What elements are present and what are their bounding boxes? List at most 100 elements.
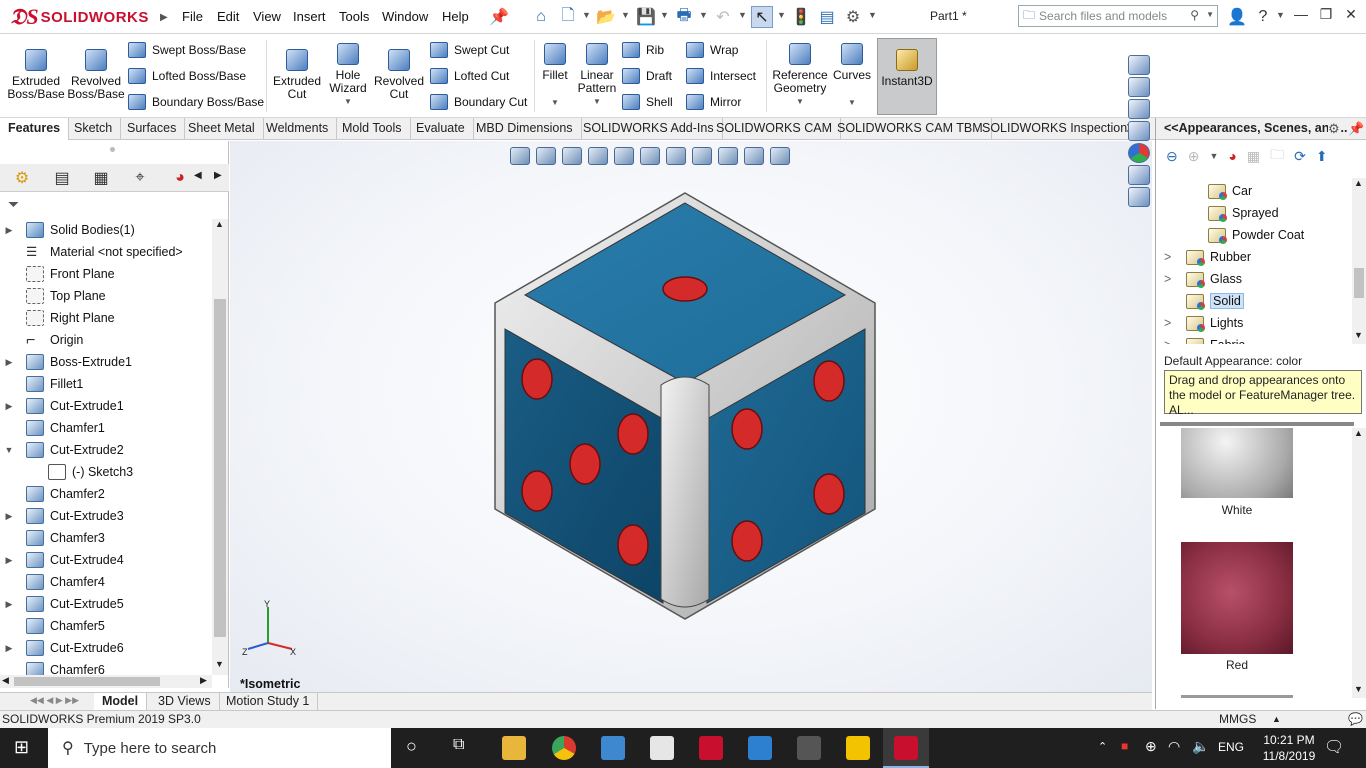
linear-pattern-button[interactable]: Linear Pattern ▼ bbox=[574, 43, 620, 108]
hide-show-items-icon[interactable] bbox=[692, 147, 712, 165]
view-orientation-icon[interactable] bbox=[640, 147, 660, 165]
mirror-button[interactable]: Mirror bbox=[686, 92, 741, 112]
curves-button[interactable]: Curves ▼ bbox=[832, 43, 872, 109]
scroll-down-icon[interactable]: ▼ bbox=[1354, 684, 1363, 694]
file-explorer-icon[interactable] bbox=[502, 736, 526, 760]
wifi-icon[interactable]: ◠ bbox=[1168, 738, 1180, 755]
feature-tree-hscrollbar[interactable]: ◀ ▶ bbox=[0, 675, 212, 688]
appearance-folder[interactable]: Sprayed bbox=[1208, 202, 1279, 224]
feature-tree-item[interactable]: ▶ Boss-Extrude1 bbox=[0, 351, 212, 373]
appearance-folder[interactable]: > Lights bbox=[1164, 312, 1243, 334]
scroll-up-icon[interactable]: ▲ bbox=[1354, 178, 1363, 188]
swatch-white[interactable] bbox=[1181, 428, 1293, 498]
feature-tree-item[interactable]: Chamfer4 bbox=[0, 571, 212, 593]
print-dropdown-icon[interactable]: ▼ bbox=[699, 10, 708, 20]
tab-solidworks-add-ins[interactable]: SOLIDWORKS Add-Ins bbox=[575, 118, 723, 140]
help-icon[interactable]: ? bbox=[1252, 6, 1274, 28]
gallery-scrollbar[interactable]: ▲ ▼ bbox=[1352, 428, 1366, 698]
expand-toggle-icon[interactable]: ▶ bbox=[0, 357, 18, 368]
select-cursor-icon[interactable]: ↖ bbox=[751, 6, 773, 28]
expand-toggle-icon[interactable]: ▶ bbox=[0, 401, 18, 412]
feature-tree-item[interactable]: ▶ Cut-Extrude4 bbox=[0, 549, 212, 571]
scrollbar-thumb[interactable] bbox=[1354, 268, 1364, 298]
tray-app-icon[interactable]: ■ bbox=[1121, 739, 1128, 753]
expand-toggle-icon[interactable]: ▶ bbox=[0, 555, 18, 566]
display-manager-tab-icon[interactable]: ◕ bbox=[162, 166, 198, 190]
solidworks-taskbar-button[interactable] bbox=[883, 728, 929, 768]
user-icon[interactable]: 👤 bbox=[1226, 6, 1248, 28]
ds-app-icon[interactable] bbox=[797, 736, 821, 760]
menu-edit[interactable]: Edit bbox=[217, 9, 239, 24]
instant3d-button[interactable]: Instant3D bbox=[877, 38, 937, 115]
feature-tree-item[interactable]: (-) Sketch3 bbox=[0, 461, 212, 483]
fillet-dropdown-icon[interactable]: ▼ bbox=[551, 96, 559, 109]
file-explorer-icon[interactable] bbox=[1128, 99, 1150, 119]
taskbar-search[interactable]: ⚲ Type here to search bbox=[48, 728, 391, 768]
units-dropdown-icon[interactable]: ▲ bbox=[1272, 711, 1281, 728]
feature-tree-item[interactable]: ▼ Cut-Extrude2 bbox=[0, 439, 212, 461]
back-icon[interactable]: ⊖ bbox=[1166, 148, 1178, 165]
design-library-icon[interactable] bbox=[1128, 77, 1150, 97]
curves-dropdown-icon[interactable]: ▼ bbox=[848, 96, 856, 109]
task-view-icon[interactable]: ⧉ bbox=[453, 736, 464, 754]
tab-solidworks-inspection[interactable]: SOLIDWORKS Inspection bbox=[974, 118, 1135, 140]
minimize-icon[interactable]: — bbox=[1289, 6, 1313, 26]
restore-icon[interactable]: ❐ bbox=[1314, 6, 1338, 26]
view-palette-icon[interactable] bbox=[1128, 121, 1150, 141]
hole-wizard-dropdown-icon[interactable]: ▼ bbox=[344, 95, 352, 108]
logo-arrow-icon[interactable]: ▶ bbox=[160, 12, 168, 23]
appearance-folder[interactable]: Solid bbox=[1186, 290, 1244, 312]
tab-weldments[interactable]: Weldments bbox=[258, 118, 338, 140]
tab-evaluate[interactable]: Evaluate bbox=[408, 118, 474, 140]
menu-help[interactable]: Help bbox=[442, 9, 469, 24]
feature-manager-tab-icon[interactable]: ⚙ bbox=[4, 166, 40, 190]
tab-motion-study-1[interactable]: Motion Study 1 bbox=[218, 693, 319, 710]
reference-geometry-button[interactable]: Reference Geometry ▼ bbox=[770, 43, 830, 108]
feature-tree-item[interactable]: Top Plane bbox=[0, 285, 212, 307]
tab-nav-arrows-icon[interactable]: ◀◀ ◀ ▶ ▶▶ bbox=[30, 695, 79, 706]
dynamic-annotation-icon[interactable] bbox=[614, 147, 634, 165]
scroll-down-icon[interactable]: ▼ bbox=[1354, 330, 1363, 340]
options-dropdown-icon[interactable]: ▼ bbox=[868, 10, 877, 20]
zoom-to-area-icon[interactable] bbox=[536, 147, 556, 165]
fillet-button[interactable]: Fillet ▼ bbox=[538, 43, 572, 109]
new-folder-icon[interactable]: 🗀 bbox=[1270, 144, 1284, 168]
revolved-boss-button[interactable]: Revolved Boss/Base bbox=[67, 49, 125, 101]
scrollbar-thumb[interactable] bbox=[214, 299, 226, 637]
scroll-down-icon[interactable]: ▼ bbox=[215, 659, 224, 669]
new-dropdown-icon[interactable]: ▼ bbox=[582, 10, 591, 20]
help-bubble-icon[interactable]: 💬 bbox=[1348, 711, 1363, 728]
feature-tree-item[interactable]: Chamfer6 bbox=[0, 659, 212, 675]
appearances-scenes-icon[interactable] bbox=[1128, 143, 1150, 163]
linear-pattern-dropdown-icon[interactable]: ▼ bbox=[593, 95, 601, 108]
refresh-icon[interactable]: ⟳ bbox=[1294, 148, 1306, 165]
calculator-icon[interactable] bbox=[650, 736, 674, 760]
select-dropdown-icon[interactable]: ▼ bbox=[777, 10, 786, 20]
extruded-boss-button[interactable]: Extruded Boss/Base bbox=[7, 49, 65, 101]
language-indicator[interactable]: ENG bbox=[1218, 740, 1244, 754]
pane-splitter[interactable] bbox=[1160, 422, 1354, 426]
pin-icon[interactable]: 📌 bbox=[488, 6, 510, 28]
boundary-boss-button[interactable]: Boundary Boss/Base bbox=[128, 92, 264, 112]
tab-sheet-metal[interactable]: Sheet Metal bbox=[180, 118, 264, 140]
units-selector[interactable]: MMGS bbox=[1219, 711, 1256, 728]
autocad-icon[interactable] bbox=[699, 736, 723, 760]
swatch-red[interactable] bbox=[1181, 542, 1293, 654]
menu-view[interactable]: View bbox=[253, 9, 281, 24]
search-dropdown-icon[interactable]: ▼ bbox=[1206, 10, 1214, 19]
search-icon[interactable]: ⚲ bbox=[1190, 8, 1199, 22]
expand-toggle-icon[interactable]: ▶ bbox=[0, 511, 18, 522]
feature-tree-item[interactable]: ☰ Material <not specified> bbox=[0, 241, 212, 263]
feature-tree-item[interactable]: Chamfer5 bbox=[0, 615, 212, 637]
file-properties-icon[interactable]: ▤ bbox=[816, 6, 838, 28]
dimxpert-tab-icon[interactable]: ⌖ bbox=[122, 166, 158, 190]
feature-tree-item[interactable]: Chamfer2 bbox=[0, 483, 212, 505]
chrome-icon[interactable] bbox=[552, 736, 576, 760]
volume-icon[interactable]: 🔈 bbox=[1192, 738, 1209, 755]
forum-icon[interactable] bbox=[1128, 187, 1150, 207]
feature-tree-item[interactable]: ▶ Cut-Extrude3 bbox=[0, 505, 212, 527]
display-style-icon[interactable] bbox=[666, 147, 686, 165]
tab-model[interactable]: Model bbox=[94, 693, 148, 710]
save-dropdown-icon[interactable]: ▼ bbox=[660, 10, 669, 20]
feature-tree-item[interactable]: Right Plane bbox=[0, 307, 212, 329]
